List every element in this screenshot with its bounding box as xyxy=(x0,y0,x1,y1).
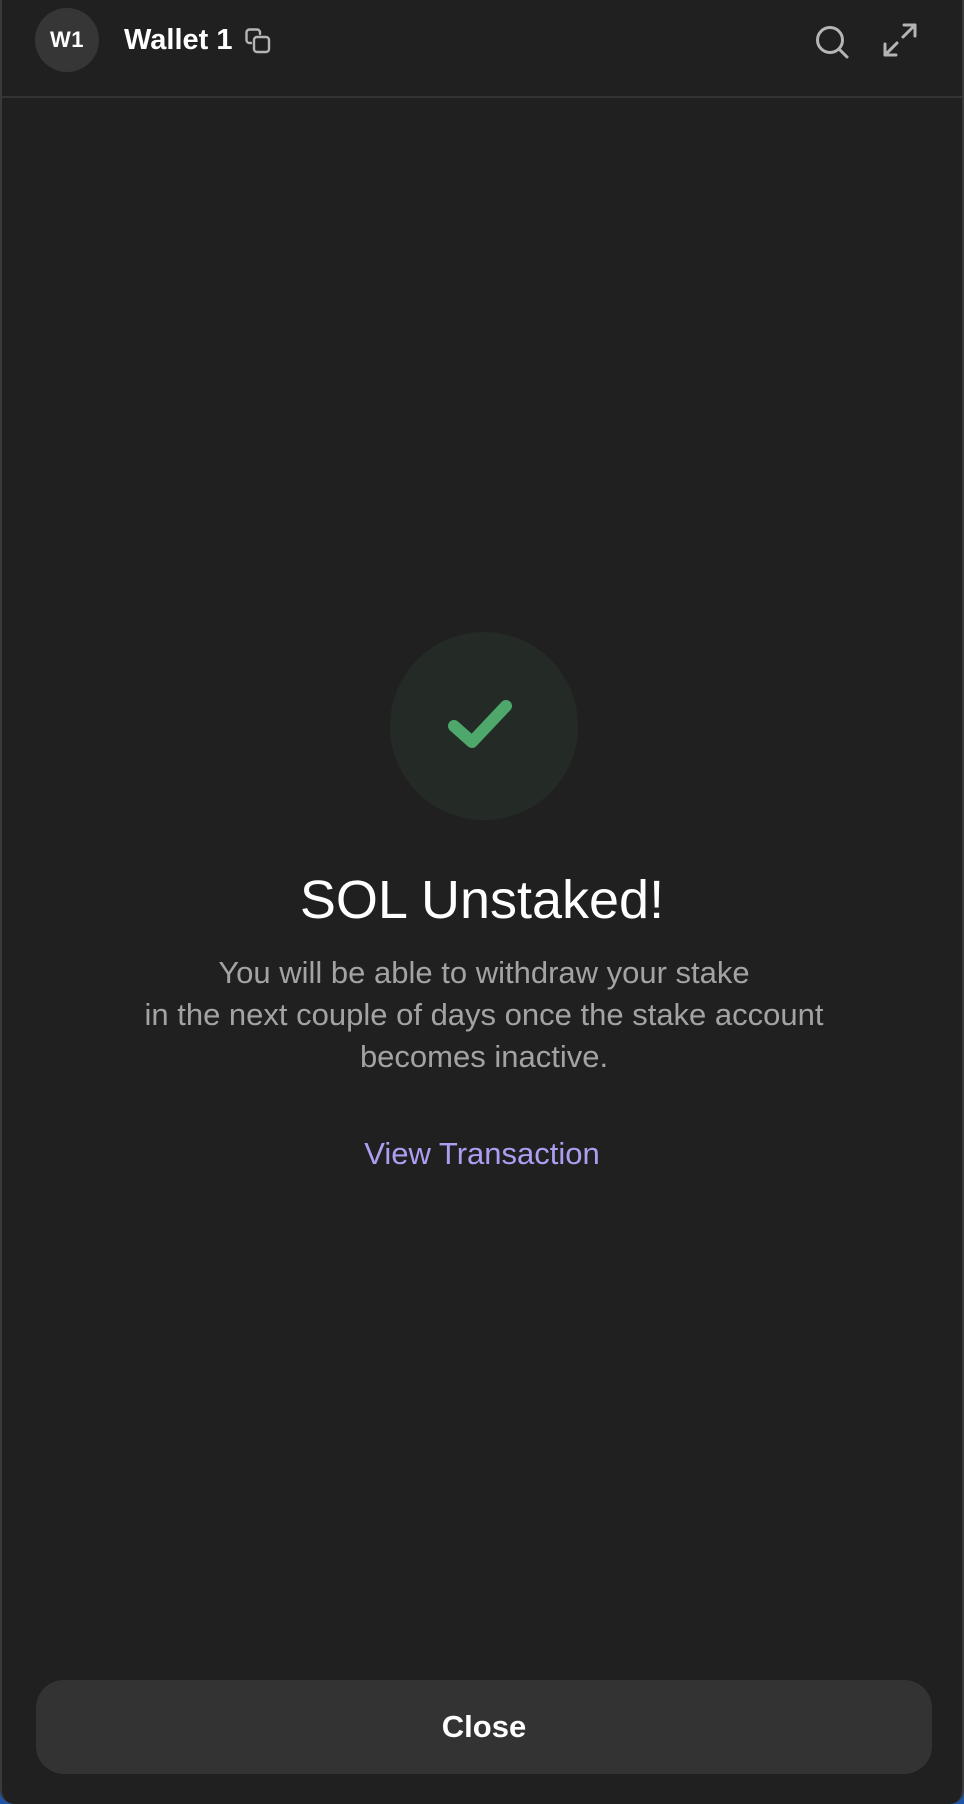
view-transaction-link[interactable]: View Transaction xyxy=(2,1133,962,1175)
message-line: You will be able to withdraw your stake xyxy=(218,955,750,990)
expand-icon[interactable] xyxy=(880,20,920,60)
message-line: becomes inactive. xyxy=(359,1039,609,1074)
success-badge xyxy=(390,632,578,820)
close-button[interactable]: Close xyxy=(36,1680,932,1774)
wallet-name[interactable]: Wallet 1 xyxy=(124,20,233,60)
search-icon[interactable] xyxy=(812,22,852,62)
page-title: SOL Unstaked! xyxy=(299,870,665,930)
status-message: You will be able to withdraw your stake … xyxy=(62,952,906,1078)
message-line: in the next couple of days once the stak… xyxy=(144,997,824,1032)
wallet-popup: W1 Wallet 1 SOL Unstaked! You will be ab… xyxy=(0,0,964,1804)
copy-icon[interactable] xyxy=(242,25,274,57)
checkmark-icon xyxy=(448,700,512,748)
header-bar: W1 Wallet 1 xyxy=(2,0,962,98)
account-avatar[interactable]: W1 xyxy=(35,8,99,72)
